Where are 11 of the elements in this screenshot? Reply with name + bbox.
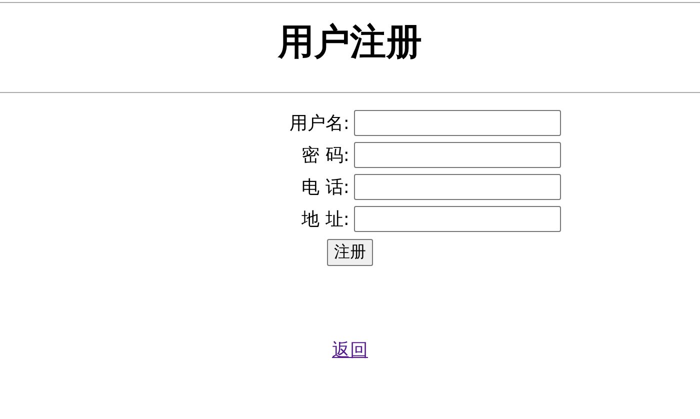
input-field[interactable]	[354, 174, 560, 200]
input-field[interactable]	[354, 142, 560, 168]
input-field[interactable]	[354, 206, 560, 232]
field-label: 地 址:	[300, 208, 350, 231]
back-link[interactable]: 返回	[332, 340, 368, 361]
field-label: 密 码:	[300, 144, 350, 167]
page-title: 用户注册	[276, 21, 423, 65]
field-label: 用户名:	[288, 112, 350, 135]
register-button[interactable]: 注册	[327, 239, 373, 266]
input-field[interactable]	[354, 110, 560, 136]
field-label: 电 话:	[300, 176, 350, 199]
